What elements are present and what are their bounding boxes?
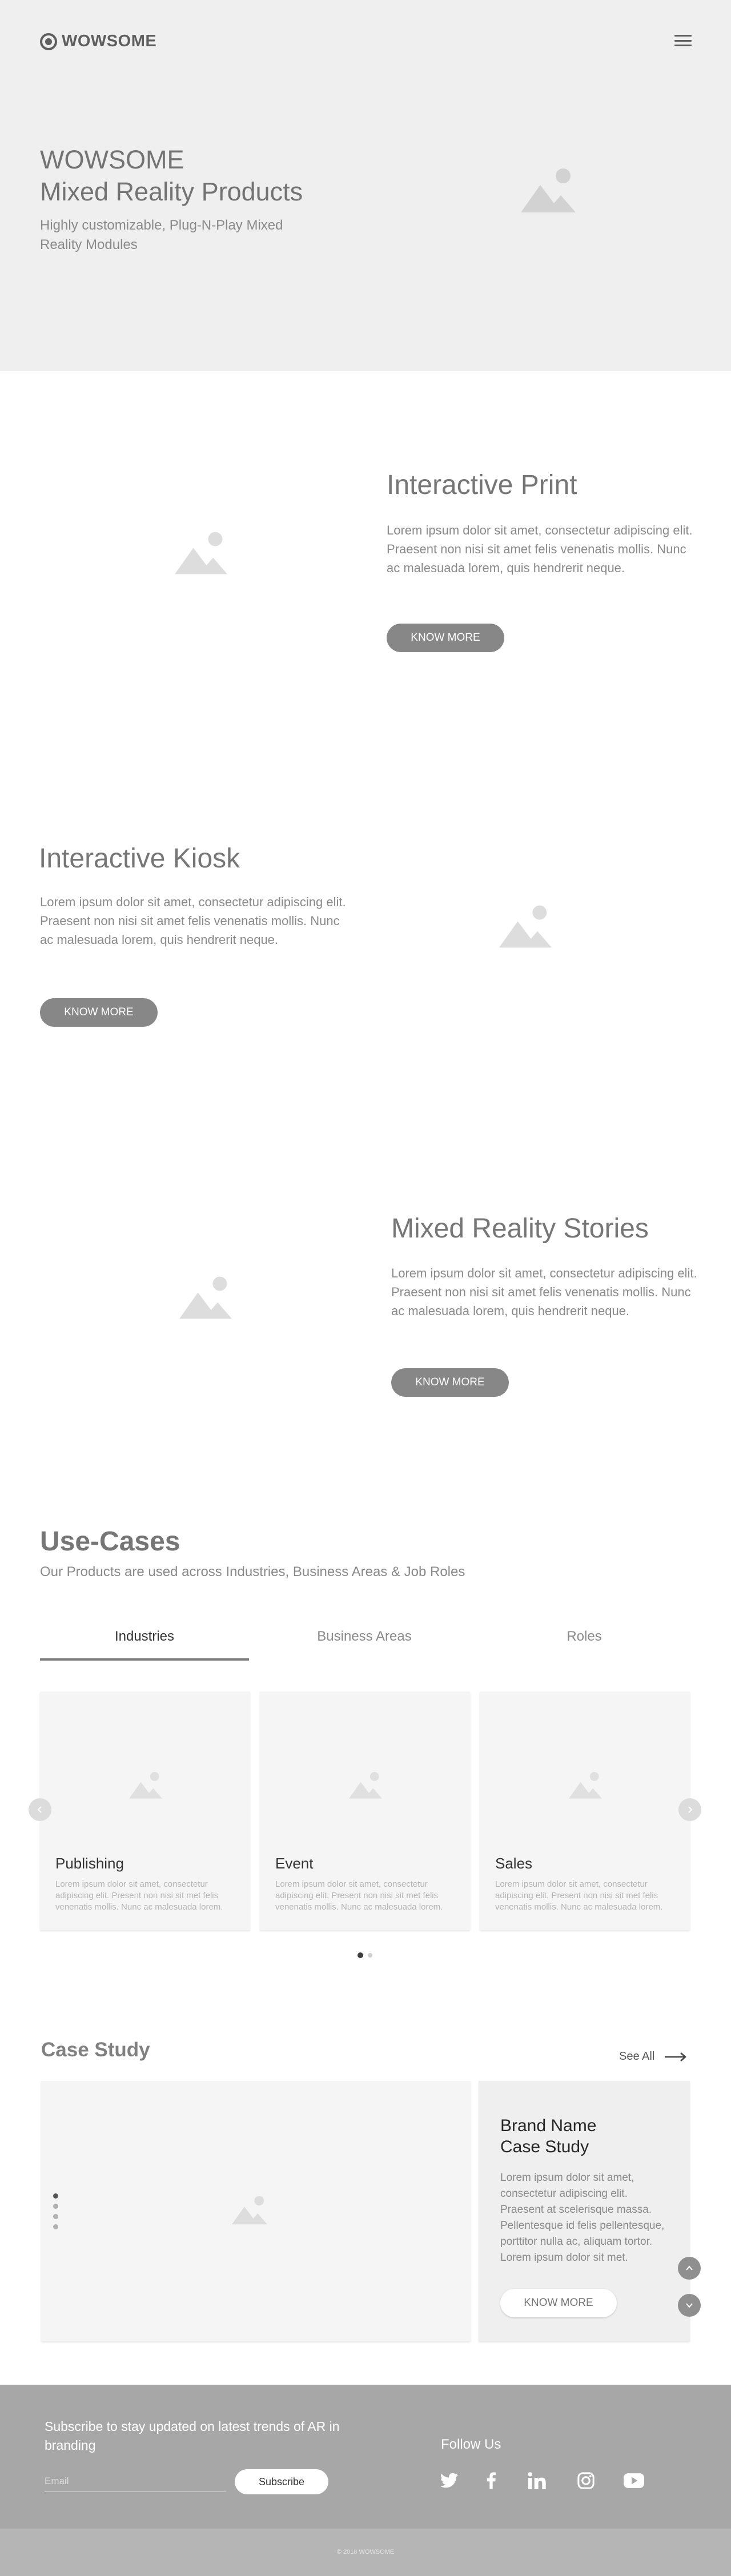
case-study-title: Case Study bbox=[41, 2039, 150, 2061]
hamburger-menu-icon[interactable] bbox=[674, 33, 692, 48]
case-study-brand: Brand Name Case Study bbox=[500, 2115, 596, 2157]
follow-us-label: Follow Us bbox=[441, 2437, 501, 2452]
interactive-print-image-icon bbox=[175, 531, 227, 574]
interactive-kiosk-title: Interactive Kiosk bbox=[39, 843, 240, 874]
hero-section: WOWSOME WOWSOME Mixed Reality Products H… bbox=[0, 0, 731, 371]
arrow-right-icon bbox=[665, 2052, 687, 2061]
interactive-kiosk-image-icon bbox=[499, 905, 552, 948]
interactive-print-know-more-button[interactable]: KNOW MORE bbox=[387, 624, 504, 652]
card-image-icon bbox=[569, 1771, 602, 1799]
case-study-panel: Brand Name Case Study Lorem ipsum dolor … bbox=[479, 2081, 690, 2341]
tab-industries[interactable]: Industries bbox=[40, 1629, 249, 1645]
card-text: Lorem ipsum dolor sit amet, consectetur … bbox=[275, 1879, 443, 1912]
carousel-dot-active[interactable] bbox=[358, 1952, 363, 1958]
hero-subtitle: Highly customizable, Plug-N-Play Mixed R… bbox=[40, 218, 283, 252]
see-all-label: See All bbox=[619, 2050, 655, 2063]
interactive-print-title: Interactive Print bbox=[387, 470, 577, 500]
tab-roles[interactable]: Roles bbox=[480, 1629, 689, 1645]
use-cases-title: Use-Cases bbox=[40, 1526, 180, 1557]
chevron-left-icon bbox=[37, 1806, 42, 1813]
linkedin-icon[interactable] bbox=[525, 2469, 548, 2492]
copyright-bar: © 2018 WOWSOME bbox=[0, 2529, 731, 2576]
use-case-card-event[interactable]: Event Lorem ipsum dolor sit amet, consec… bbox=[260, 1691, 470, 1930]
card-text: Lorem ipsum dolor sit amet, consectetur … bbox=[55, 1879, 223, 1912]
case-study-know-more-button[interactable]: KNOW MORE bbox=[500, 2289, 617, 2317]
card-title: Sales bbox=[495, 1855, 533, 1872]
chevron-up-icon bbox=[686, 2265, 693, 2270]
chevron-right-icon bbox=[688, 1806, 693, 1813]
hero-title-line2: Mixed Reality Products bbox=[40, 177, 303, 206]
interactive-kiosk-know-more-button[interactable]: KNOW MORE bbox=[40, 998, 158, 1027]
mixed-reality-stories-image-icon bbox=[179, 1276, 232, 1319]
card-title: Event bbox=[275, 1855, 314, 1872]
interactive-print-description: Lorem ipsum dolor sit amet, consectetur … bbox=[387, 523, 693, 575]
use-cases-subtitle: Our Products are used across Industries,… bbox=[40, 1564, 465, 1580]
logo[interactable]: WOWSOME bbox=[40, 32, 156, 51]
copyright-text: © 2018 WOWSOME bbox=[336, 2549, 395, 2555]
interactive-kiosk-description: Lorem ipsum dolor sit amet, consectetur … bbox=[40, 895, 346, 947]
brand-name: Brand Name bbox=[500, 2116, 597, 2135]
mixed-reality-stories-description: Lorem ipsum dolor sit amet, consectetur … bbox=[391, 1266, 697, 1318]
card-image-icon bbox=[349, 1771, 382, 1799]
email-field[interactable] bbox=[45, 2470, 226, 2492]
case-study-slide-dot[interactable] bbox=[53, 2224, 58, 2229]
hero-title: WOWSOME Mixed Reality Products bbox=[40, 144, 303, 208]
case-study-image bbox=[41, 2081, 471, 2341]
subscribe-button[interactable]: Subscribe bbox=[235, 2469, 328, 2494]
case-study-slide-dot[interactable] bbox=[53, 2214, 58, 2219]
case-study-up-button[interactable] bbox=[678, 2257, 701, 2280]
case-study-slide-dot-active[interactable] bbox=[53, 2193, 58, 2199]
mixed-reality-stories-title: Mixed Reality Stories bbox=[391, 1213, 649, 1244]
case-study-slide-dot[interactable] bbox=[53, 2204, 58, 2209]
mixed-reality-stories-know-more-button[interactable]: KNOW MORE bbox=[391, 1368, 509, 1397]
tab-business-areas[interactable]: Business Areas bbox=[260, 1629, 469, 1645]
see-all-link[interactable]: See All bbox=[619, 2050, 687, 2063]
use-case-card-publishing[interactable]: Publishing Lorem ipsum dolor sit amet, c… bbox=[40, 1691, 250, 1930]
chevron-down-icon bbox=[686, 2303, 693, 2308]
logo-icon bbox=[40, 33, 57, 50]
case-study-label: Case Study bbox=[500, 2137, 589, 2156]
instagram-icon[interactable] bbox=[575, 2469, 597, 2492]
twitter-icon[interactable] bbox=[438, 2469, 461, 2492]
youtube-icon[interactable] bbox=[622, 2469, 645, 2492]
hero-title-line1: WOWSOME bbox=[40, 145, 184, 174]
subscribe-text: Subscribe to stay updated on latest tren… bbox=[45, 2419, 340, 2453]
footer: Subscribe to stay updated on latest tren… bbox=[0, 2385, 731, 2529]
card-image-icon bbox=[129, 1771, 162, 1799]
use-case-card-sales[interactable]: Sales Lorem ipsum dolor sit amet, consec… bbox=[480, 1691, 690, 1930]
logo-text: WOWSOME bbox=[62, 32, 157, 50]
case-study-image-icon bbox=[232, 2195, 267, 2225]
card-text: Lorem ipsum dolor sit amet, consectetur … bbox=[495, 1879, 663, 1912]
active-tab-underline bbox=[40, 1658, 249, 1661]
carousel-dot[interactable] bbox=[368, 1953, 372, 1958]
case-study-down-button[interactable] bbox=[678, 2294, 701, 2317]
carousel-next-button[interactable] bbox=[678, 1798, 701, 1821]
case-study-text: Lorem ipsum dolor sit amet, consectetur … bbox=[500, 2172, 665, 2264]
carousel-prev-button[interactable] bbox=[29, 1798, 51, 1821]
facebook-icon[interactable] bbox=[480, 2469, 503, 2492]
hero-image-placeholder-icon bbox=[521, 168, 576, 212]
card-title: Publishing bbox=[55, 1855, 124, 1872]
